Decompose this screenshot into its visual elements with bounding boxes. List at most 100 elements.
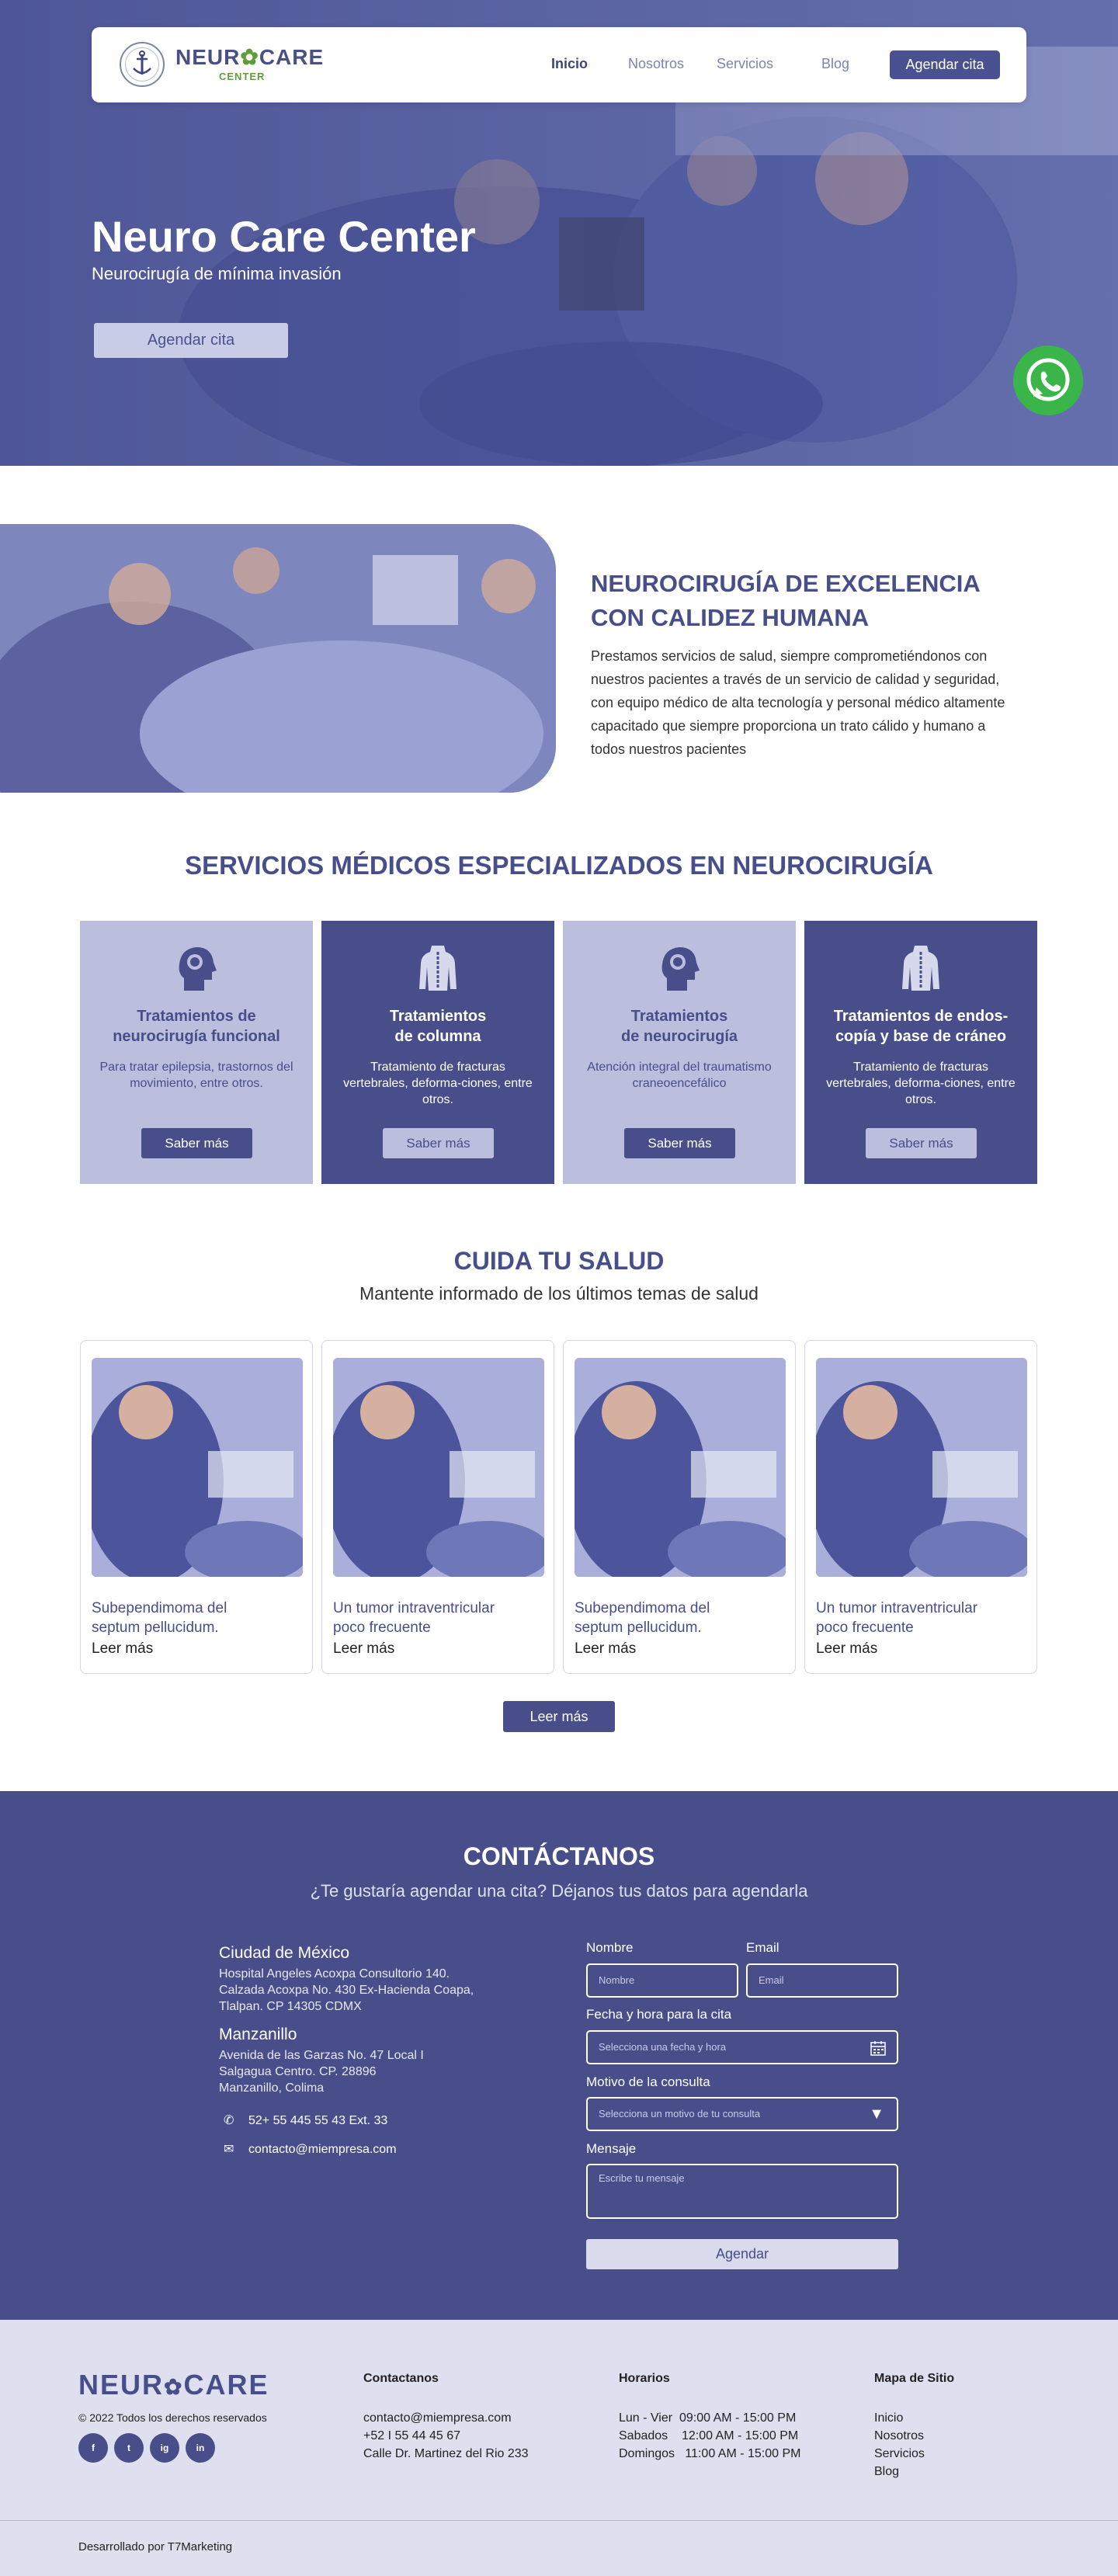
footer-hours-heading: Horarios <box>619 2372 670 2385</box>
hours-row: Lun - Vier 09:00 AM - 15:00 PM <box>619 2411 797 2425</box>
contact-email[interactable]: ✉ contacto@miempresa.com <box>224 2141 397 2157</box>
twitter-icon[interactable]: t <box>114 2433 144 2463</box>
contact-phone[interactable]: ✆ 52+ 55 445 55 43 Ext. 33 <box>224 2113 387 2128</box>
blog-card-title[interactable]: Subependimoma del septum pellucidum. <box>92 1599 301 1637</box>
anchor-logo-icon[interactable] <box>120 42 165 87</box>
nav-nosotros[interactable]: Nosotros <box>628 56 684 72</box>
service-desc: Atención integral del traumatismo craneo… <box>587 1061 772 1090</box>
service-title: Tratamientos de neurocirugía funcional <box>113 1008 280 1045</box>
service-desc: Tratamiento de fracturas vertebrales, de… <box>343 1061 533 1106</box>
footer-contact-heading: Contactanos <box>363 2372 439 2385</box>
blog-card-image <box>333 1358 544 1577</box>
blog-card-image <box>575 1358 786 1577</box>
email-label: Email <box>746 1940 779 1955</box>
hours-row: Domingos 11:00 AM - 15:00 PM <box>619 2447 801 2460</box>
saber-mas-button[interactable]: Saber más <box>866 1128 977 1158</box>
blog-card-image <box>816 1358 1027 1577</box>
blog-card-leer-mas-link[interactable]: Leer más <box>575 1640 636 1658</box>
date-label: Fecha y hora para la cita <box>586 2007 732 2022</box>
brain-head-icon <box>179 947 217 991</box>
brand-sub: CENTER <box>219 71 266 82</box>
nav-inicio[interactable]: Inicio <box>551 56 588 72</box>
blog-card[interactable]: Subependimoma del septum pellucidum. Leer… <box>80 1340 313 1674</box>
blog-card-image <box>92 1358 303 1577</box>
date-field[interactable]: Selecciona una fecha y hora <box>586 2030 898 2064</box>
linkedin-icon[interactable]: in <box>186 2433 215 2463</box>
about-title-line1: NEUROCIRUGÍA DE EXCELENCIA <box>591 570 981 597</box>
message-label: Mensaje <box>586 2141 637 2156</box>
location-cdmx-title: Ciudad de México <box>219 1944 350 1962</box>
calendar-icon[interactable] <box>870 2040 886 2056</box>
service-card-neurocirugia: Tratamientos de neurocirugía Atención int… <box>563 921 796 1184</box>
about-title-line2: CON CALIDEZ HUMANA <box>591 604 870 631</box>
blog-title: CUIDA TU SALUD <box>453 1247 665 1275</box>
blog-card[interactable]: Subependimoma del septum pellucidum. Leer… <box>563 1340 796 1674</box>
name-label: Nombre <box>586 1940 634 1955</box>
contact-title: CONTÁCTANOS <box>463 1842 655 1870</box>
contact-section: CONTÁCTANOS ¿Te gustaría agendar una cit… <box>0 1791 1118 2320</box>
location-manzanillo-title: Manzanillo <box>219 2026 297 2043</box>
hero-agendar-cita-button[interactable]: Agendar cita <box>94 323 288 358</box>
brain-head-icon <box>661 947 700 991</box>
sitemap-blog[interactable]: Blog <box>874 2463 899 2481</box>
brand-name[interactable]: NEUR✿CARE <box>175 44 324 70</box>
nav-agendar-cita-button[interactable]: Agendar cita <box>890 50 1000 79</box>
top-navbar: NEUR✿CARE CENTER Inicio Nosotros Servici… <box>92 27 1026 102</box>
whatsapp-icon[interactable] <box>1013 345 1083 415</box>
footer: NEUR✿CARE © 2022 Todos los derechos rese… <box>0 2320 1118 2576</box>
location-cdmx-address: Hospital Angeles Acoxpa Consultorio 140.… <box>219 1967 474 2013</box>
blog-card-leer-mas-link[interactable]: Leer más <box>333 1640 394 1658</box>
envelope-icon: ✉ <box>224 2143 234 2156</box>
service-card-columna: Tratamientos de columna Tratamiento de fr… <box>321 921 554 1184</box>
blog-card-title[interactable]: Subependimoma del septum pellucidum. <box>575 1599 784 1637</box>
blog-card-leer-mas-link[interactable]: Leer más <box>816 1640 877 1658</box>
service-card-endoscopia: Tratamientos de endos-copía y base de cr… <box>804 921 1037 1184</box>
service-title: Tratamientos de columna <box>389 1008 487 1045</box>
nav-servicios[interactable]: Servicios <box>717 56 773 72</box>
facebook-icon[interactable]: f <box>78 2433 108 2463</box>
message-textarea[interactable]: Escribe tu mensaje <box>586 2164 898 2219</box>
footer-logo[interactable]: NEUR✿CARE <box>78 2369 269 2401</box>
blog-card-title[interactable]: Un tumor intraventricular poco frecuente <box>816 1599 1026 1637</box>
service-card-funcional: Tratamientos de neurocirugía funcional Pa… <box>80 921 313 1184</box>
service-title: Tratamientos de neurocirugía <box>620 1008 738 1045</box>
saber-mas-button[interactable]: Saber más <box>383 1128 494 1158</box>
service-desc: Tratamiento de fracturas vertebrales, de… <box>826 1061 1016 1106</box>
footer-sitemap-heading: Mapa de Sitio <box>874 2372 955 2385</box>
blog-leer-mas-button[interactable]: Leer más <box>503 1701 615 1732</box>
name-field[interactable]: Nombre <box>586 1963 738 1998</box>
footer-contact-address: Calle Dr. Martinez del Rio 233 <box>363 2447 529 2460</box>
blog-card-leer-mas-link[interactable]: Leer más <box>92 1640 153 1658</box>
reason-label: Motivo de la consulta <box>586 2074 710 2089</box>
service-title: Tratamientos de endos-copía y base de cr… <box>833 1008 1009 1045</box>
spine-torso-icon <box>902 946 939 991</box>
sitemap-inicio[interactable]: Inicio <box>874 2409 903 2427</box>
about-text: Prestamos servicios de salud, siempre co… <box>591 648 1005 757</box>
saber-mas-button[interactable]: Saber más <box>141 1128 252 1158</box>
dropdown-arrow-icon: ▼ <box>869 2106 884 2123</box>
reason-select[interactable]: Selecciona un motivo de tu consulta ▼ <box>586 2097 898 2131</box>
footer-contact-phone[interactable]: +52 I 55 44 45 67 <box>363 2427 460 2445</box>
location-manzanillo-address: Avenida de las Garzas No. 47 Local I Salg… <box>219 2049 424 2095</box>
sitemap-servicios[interactable]: Servicios <box>874 2445 925 2463</box>
email-field[interactable]: Email <box>746 1963 898 1998</box>
blog-card-title[interactable]: Un tumor intraventricular poco frecuente <box>333 1599 543 1637</box>
sitemap-nosotros[interactable]: Nosotros <box>874 2427 924 2445</box>
footer-divider <box>0 2520 1118 2521</box>
about-surgery-photo <box>0 524 556 793</box>
hero-title: Neuro Care Center <box>92 212 476 261</box>
about-title: NEUROCIRUGÍA DE EXCELENCIA CON CALIDEZ H… <box>591 567 1026 635</box>
phone-icon: ✆ <box>224 2114 234 2127</box>
agendar-submit-button[interactable]: Agendar <box>586 2239 898 2269</box>
nav-blog[interactable]: Blog <box>821 56 849 72</box>
saber-mas-button[interactable]: Saber más <box>624 1128 735 1158</box>
footer-contact-email[interactable]: contacto@miempresa.com <box>363 2409 512 2427</box>
spine-torso-icon <box>419 946 457 991</box>
blog-card[interactable]: Un tumor intraventricular poco frecuente … <box>804 1340 1037 1674</box>
developed-by[interactable]: Desarrollado por T7Marketing <box>78 2540 232 2553</box>
service-desc: Para tratar epilepsia, trastornos del mo… <box>99 1061 293 1090</box>
blog-card[interactable]: Un tumor intraventricular poco frecuente … <box>321 1340 554 1674</box>
hero-section: NEUR✿CARE CENTER Inicio Nosotros Servici… <box>0 0 1118 466</box>
instagram-icon[interactable]: ig <box>150 2433 179 2463</box>
hours-row: Sabados 12:00 AM - 15:00 PM <box>619 2429 799 2442</box>
